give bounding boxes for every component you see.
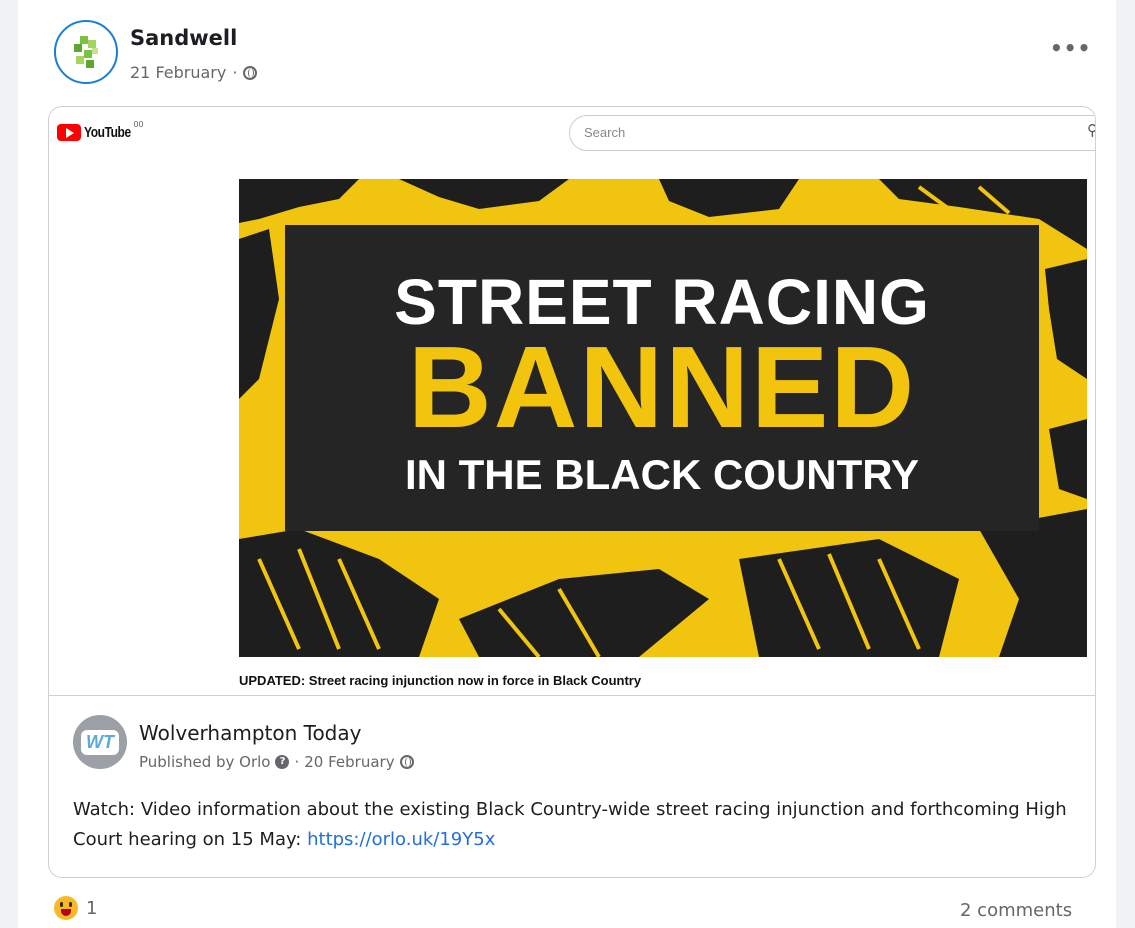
- shared-post-meta: Published by Orlo ? · 20 February: [139, 753, 414, 771]
- shared-page-avatar[interactable]: WT: [73, 715, 127, 769]
- video-caption[interactable]: UPDATED: Street racing injunction now in…: [239, 673, 641, 688]
- avatar-initials: WT: [81, 729, 119, 755]
- video-thumbnail[interactable]: STREET RACING BANNED IN THE BLACK COUNTR…: [239, 179, 1087, 657]
- shared-post-container: YouTube 00 Search ⚲: [48, 106, 1096, 878]
- post-card: Sandwell 21 February · ••• YouTube 00 Se…: [18, 0, 1116, 928]
- page-avatar[interactable]: [54, 20, 118, 84]
- reaction-summary[interactable]: 1: [54, 896, 97, 920]
- question-icon[interactable]: ?: [275, 755, 290, 769]
- youtube-logo[interactable]: YouTube 00: [57, 120, 144, 141]
- youtube-header: YouTube 00 Search ⚲: [49, 107, 1095, 157]
- youtube-search-input[interactable]: Search: [569, 115, 1095, 151]
- shared-post-date[interactable]: 20 February: [304, 753, 394, 771]
- more-options-button[interactable]: •••: [1050, 36, 1091, 60]
- published-by: Published by Orlo: [139, 753, 271, 771]
- comments-count[interactable]: 2 comments: [960, 900, 1072, 921]
- post-date[interactable]: 21 February: [130, 63, 226, 82]
- post-link[interactable]: https://orlo.uk/19Y5x: [307, 829, 495, 850]
- reaction-count: 1: [86, 897, 98, 919]
- youtube-play-icon: [57, 124, 81, 141]
- post-meta: 21 February ·: [130, 63, 258, 82]
- post-body: Watch: Video information about the exist…: [73, 799, 1067, 850]
- shared-post-text: Watch: Video information about the exist…: [73, 795, 1073, 855]
- headline-line-2: BANNED: [407, 322, 917, 452]
- headline-panel: STREET RACING BANNED IN THE BLACK COUNTR…: [285, 225, 1039, 531]
- globe-icon: [243, 65, 258, 80]
- youtube-wordmark: YouTube: [84, 124, 131, 141]
- haha-emoji-icon: [54, 896, 78, 920]
- meta-separator: ·: [294, 753, 300, 771]
- search-icon[interactable]: ⚲: [1087, 121, 1095, 139]
- page-name[interactable]: Sandwell: [130, 26, 237, 50]
- shared-page-name[interactable]: Wolverhampton Today: [139, 721, 361, 745]
- youtube-superscript: 00: [133, 120, 144, 129]
- globe-icon: [399, 755, 414, 769]
- meta-separator: ·: [232, 63, 238, 82]
- headline-line-3: IN THE BLACK COUNTRY: [404, 451, 920, 498]
- divider: [49, 695, 1095, 696]
